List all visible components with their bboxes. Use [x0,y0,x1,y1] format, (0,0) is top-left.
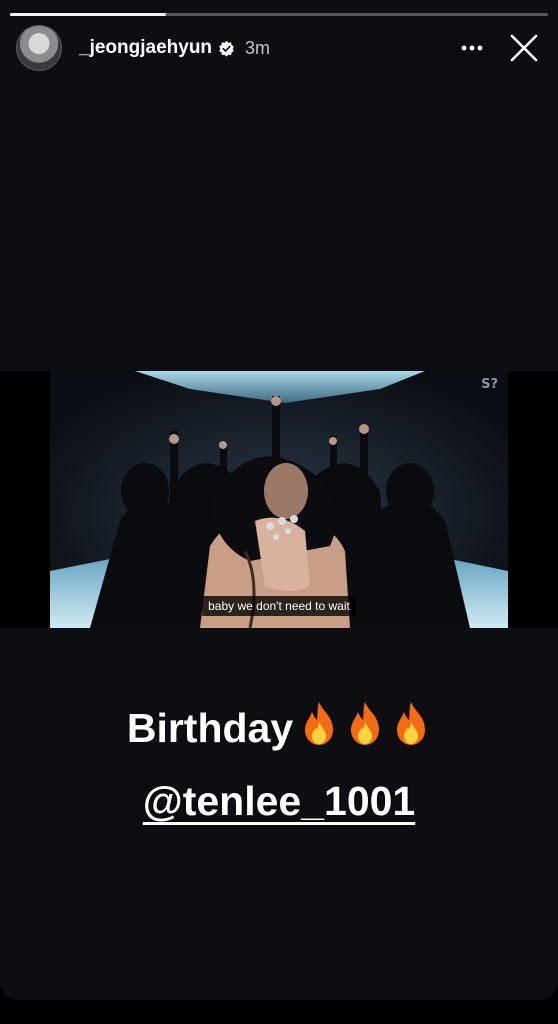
fire-icon [397,702,426,745]
video-subtitle: baby we don't need to wait [202,596,356,616]
mention-sticker[interactable]: @tenlee_1001 [143,778,416,824]
channel-logo: S? [481,377,498,392]
fire-icon [351,702,380,745]
story-progress-fill [10,13,167,16]
fire-icon [305,702,334,745]
media-container: S? baby we don't need to wait [0,371,558,628]
profile-avatar[interactable] [16,25,62,71]
story-viewer[interactable]: _jeongjaehyun 3m S? baby we don't need t… [0,0,558,1000]
post-time: 3m [245,37,271,58]
video-frame[interactable]: S? baby we don't need to wait [50,371,508,628]
more-options-icon[interactable] [450,26,494,70]
username[interactable]: _jeongjaehyun [79,37,212,59]
video-scene-image [50,371,508,628]
story-progress-bar [10,13,548,16]
caption-word: Birthday [126,705,294,751]
close-icon[interactable] [502,26,546,70]
verified-badge-icon [219,40,234,57]
fire-emoji-row [293,702,431,751]
mention-line: @tenlee_1001 [0,778,558,825]
caption-text: Birthday [0,700,558,752]
story-header: _jeongjaehyun 3m [16,25,546,71]
